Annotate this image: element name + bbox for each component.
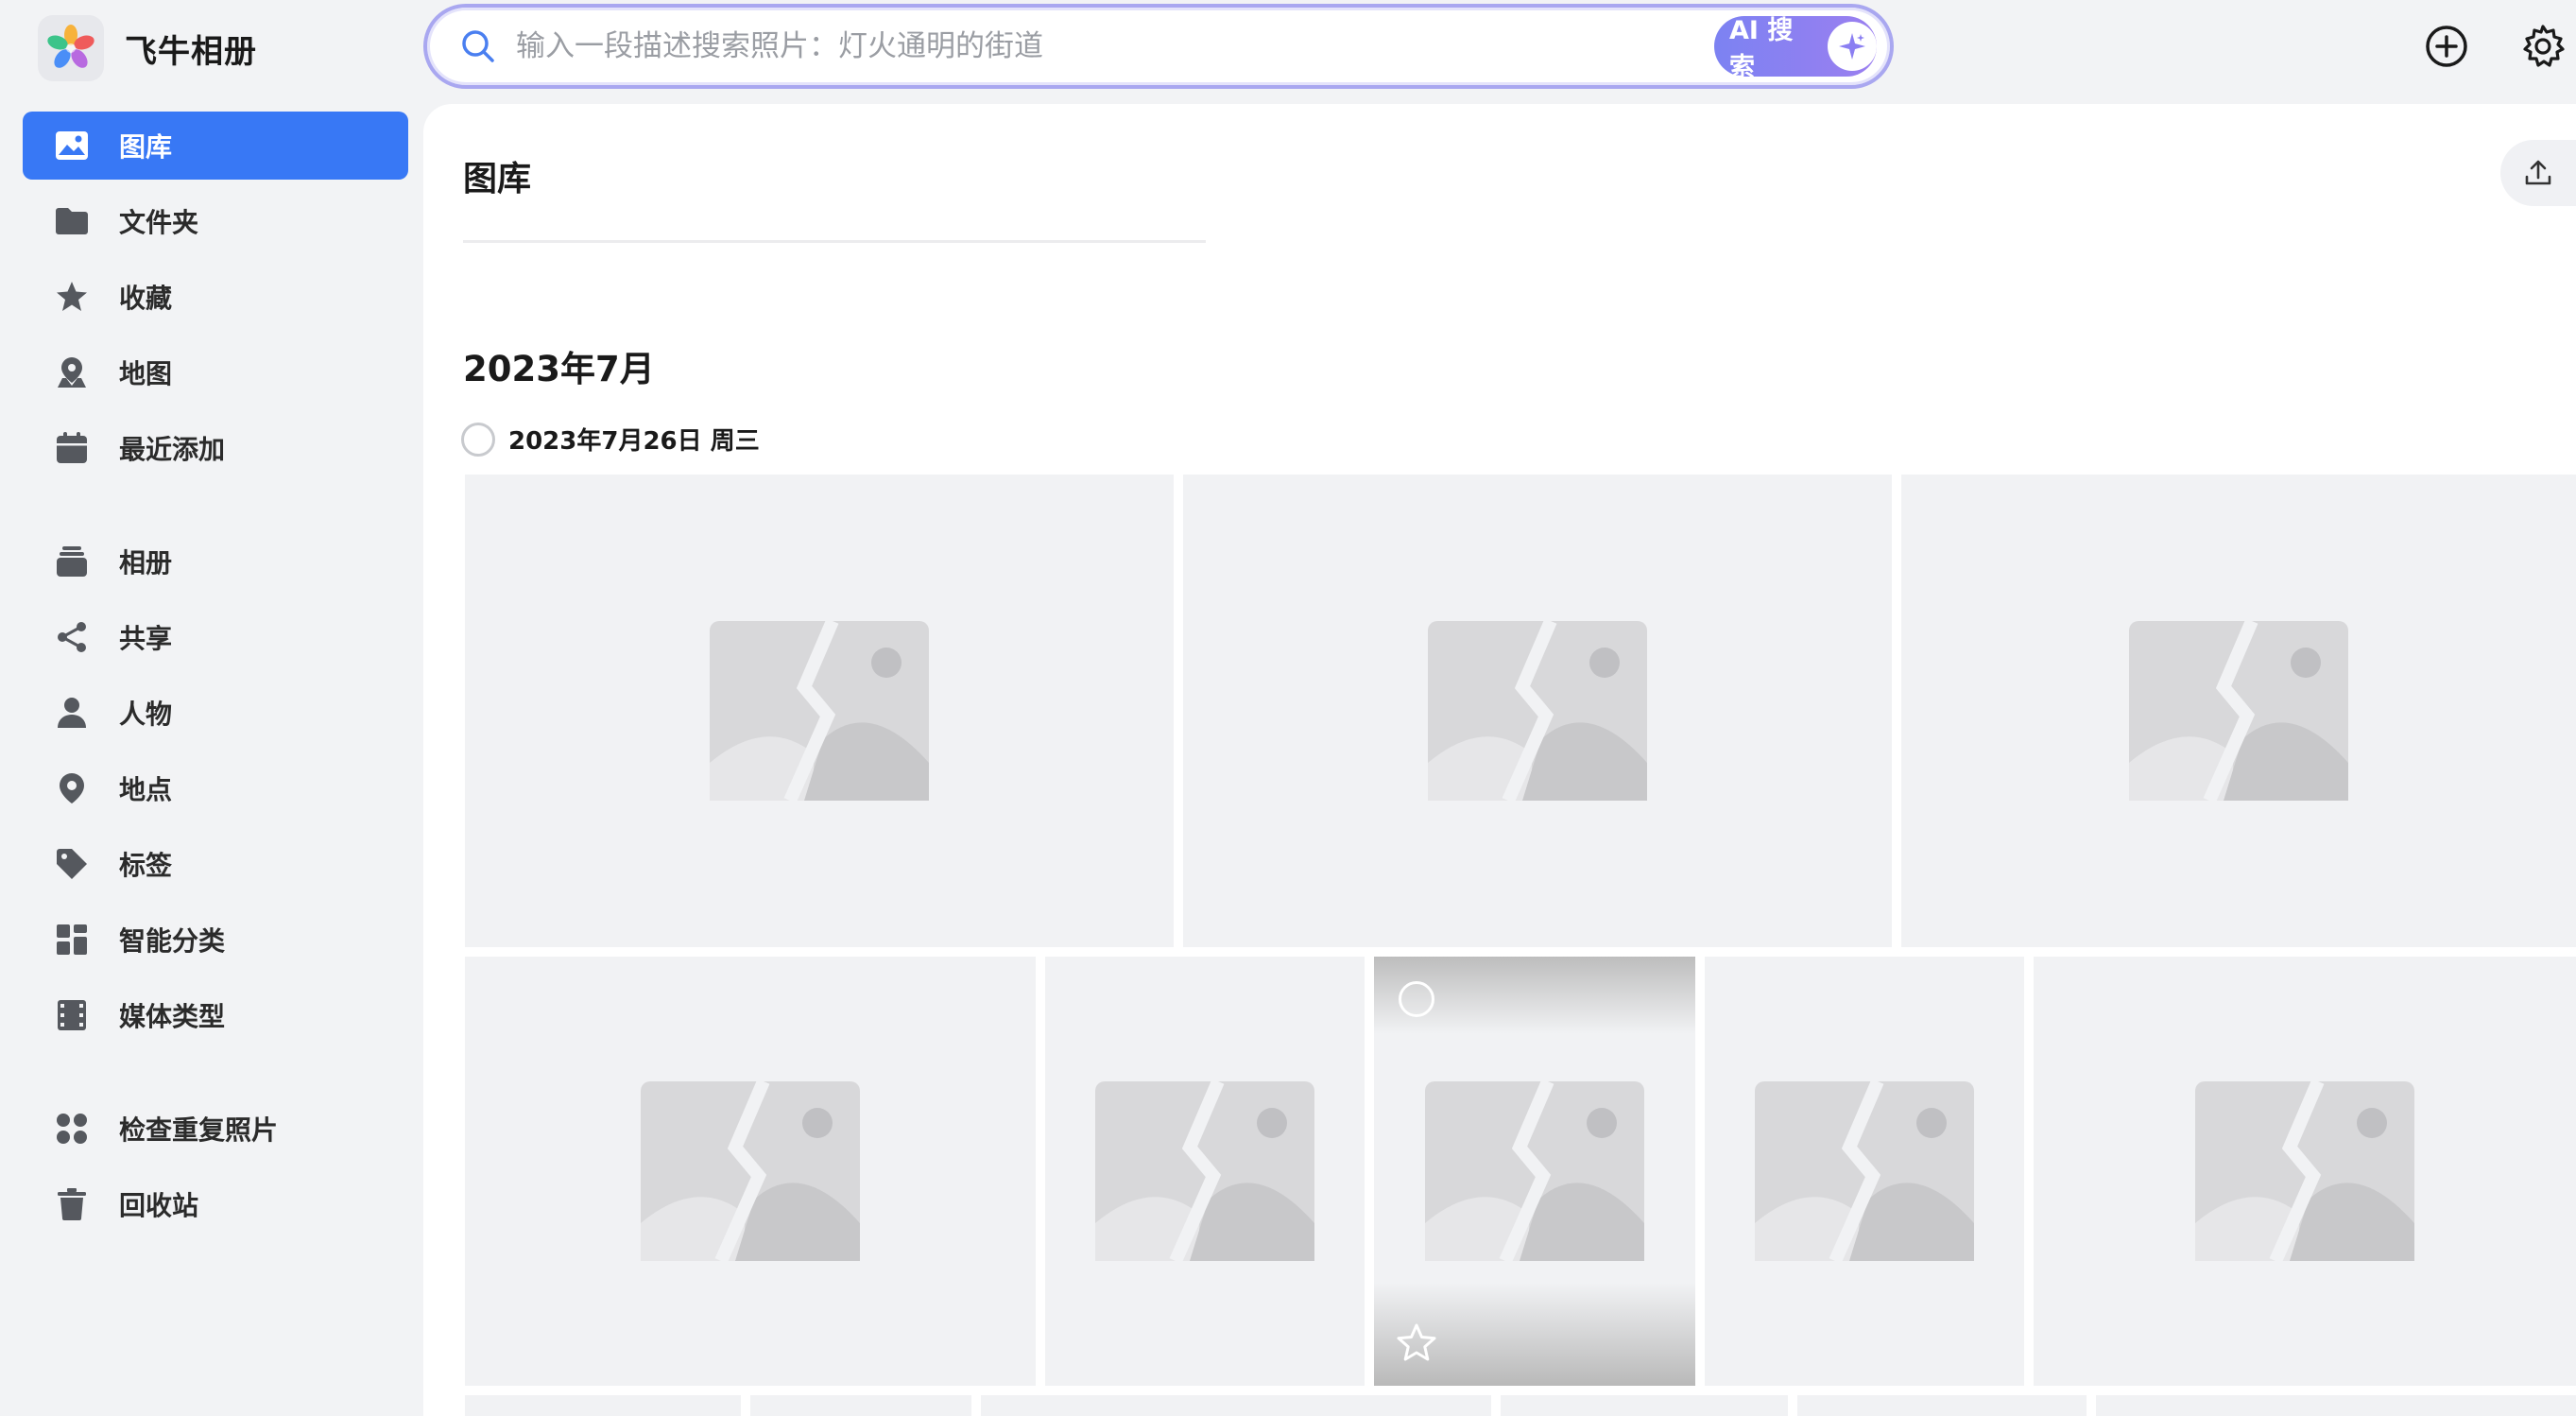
day-select-checkbox[interactable] bbox=[461, 422, 495, 457]
app-title: 飞牛相册 bbox=[125, 32, 257, 71]
share-icon bbox=[53, 618, 91, 656]
sidebar-item-folder[interactable]: 文件夹 bbox=[23, 187, 408, 255]
image-placeholder-icon bbox=[1755, 1081, 1974, 1261]
search-bar[interactable]: AI 搜索 bbox=[423, 4, 1894, 89]
title-divider bbox=[463, 240, 1206, 243]
day-header: 2023年7月26日 周三 bbox=[461, 422, 760, 457]
image-placeholder-icon bbox=[1428, 621, 1647, 801]
sidebar-item-duplicates[interactable]: 检查重复照片 bbox=[23, 1095, 408, 1163]
sidebar-item-label: 最近添加 bbox=[119, 434, 226, 465]
trash-icon bbox=[53, 1185, 91, 1223]
album-icon bbox=[53, 543, 91, 580]
sidebar-item-label: 智能分类 bbox=[119, 925, 226, 957]
search-input[interactable] bbox=[516, 18, 1714, 75]
photo-select-checkbox[interactable] bbox=[1399, 981, 1434, 1017]
sidebar-item-label: 共享 bbox=[119, 623, 173, 654]
duplicate-icon bbox=[53, 1110, 91, 1148]
favorite-star-icon[interactable] bbox=[1395, 1321, 1438, 1365]
photo-thumbnail[interactable] bbox=[981, 1395, 1491, 1416]
photo-thumbnail[interactable] bbox=[465, 957, 1036, 1386]
film-icon bbox=[53, 996, 91, 1034]
sidebar-item-media-type[interactable]: 媒体类型 bbox=[23, 981, 408, 1049]
sidebar-item-label: 回收站 bbox=[119, 1190, 199, 1221]
app-logo bbox=[38, 15, 104, 81]
folder-icon bbox=[53, 202, 91, 240]
sidebar-item-smart-category[interactable]: 智能分类 bbox=[23, 906, 408, 974]
sidebar-item-label: 收藏 bbox=[119, 283, 173, 314]
photo-thumbnail[interactable] bbox=[1183, 475, 1892, 947]
upload-button[interactable] bbox=[2500, 140, 2576, 206]
sidebar-item-places[interactable]: 地点 bbox=[23, 754, 408, 822]
day-label: 2023年7月26日 周三 bbox=[508, 427, 760, 456]
sidebar-item-label: 地点 bbox=[119, 774, 173, 805]
photo-thumbnail[interactable] bbox=[1501, 1395, 1788, 1416]
sidebar-item-label: 图库 bbox=[119, 131, 173, 163]
photo-thumbnail[interactable] bbox=[1797, 1395, 2087, 1416]
add-button[interactable] bbox=[2421, 21, 2472, 72]
person-icon bbox=[53, 694, 91, 732]
photo-thumbnail[interactable] bbox=[2096, 1395, 2576, 1416]
month-heading: 2023年7月 bbox=[463, 349, 655, 389]
sidebar-item-label: 相册 bbox=[119, 547, 173, 578]
gallery-panel: 图库 2023年7月 2023年7月26日 周三 bbox=[423, 104, 2576, 1416]
photo-thumbnail[interactable] bbox=[1045, 957, 1365, 1386]
location-icon bbox=[53, 769, 91, 807]
image-placeholder-icon bbox=[641, 1081, 860, 1261]
sidebar-item-label: 文件夹 bbox=[119, 207, 199, 238]
sidebar-item-map[interactable]: 地图 bbox=[23, 338, 408, 406]
sparkle-icon bbox=[1828, 22, 1877, 71]
page-title: 图库 bbox=[463, 160, 532, 199]
sidebar-item-recent[interactable]: 最近添加 bbox=[23, 414, 408, 482]
photo-thumbnail[interactable] bbox=[465, 1395, 741, 1416]
sidebar-item-people[interactable]: 人物 bbox=[23, 679, 408, 747]
app-logo-area: 飞牛相册 bbox=[38, 15, 257, 81]
settings-button[interactable] bbox=[2517, 21, 2568, 72]
star-icon bbox=[53, 278, 91, 316]
photo-thumbnail[interactable] bbox=[465, 475, 1174, 947]
sidebar-item-label: 人物 bbox=[119, 699, 173, 730]
plus-circle-icon bbox=[2426, 26, 2467, 67]
gear-icon bbox=[2523, 25, 2565, 67]
ai-search-button[interactable]: AI 搜索 bbox=[1714, 16, 1877, 82]
photo-thumbnail[interactable] bbox=[1901, 475, 2576, 947]
sidebar-item-label: 检查重复照片 bbox=[119, 1114, 279, 1146]
photo-thumbnail[interactable] bbox=[1705, 957, 2024, 1386]
sidebar-item-albums[interactable]: 相册 bbox=[23, 527, 408, 596]
calendar-icon bbox=[53, 429, 91, 467]
search-icon bbox=[462, 30, 494, 62]
image-placeholder-icon bbox=[1425, 1081, 1644, 1261]
sidebar-item-favorites[interactable]: 收藏 bbox=[23, 263, 408, 331]
map-pin-icon bbox=[53, 354, 91, 391]
sidebar-item-label: 标签 bbox=[119, 850, 173, 881]
sidebar-item-tags[interactable]: 标签 bbox=[23, 830, 408, 898]
photo-thumbnail[interactable] bbox=[2034, 957, 2576, 1386]
image-placeholder-icon bbox=[1095, 1081, 1314, 1261]
image-icon bbox=[53, 127, 91, 164]
upload-icon bbox=[2525, 160, 2551, 185]
sidebar-item-label: 地图 bbox=[119, 358, 173, 389]
photo-thumbnail[interactable] bbox=[1374, 957, 1695, 1386]
tag-icon bbox=[53, 845, 91, 883]
sidebar-item-label: 媒体类型 bbox=[119, 1001, 226, 1032]
grid-icon bbox=[53, 921, 91, 958]
image-placeholder-icon bbox=[710, 621, 929, 801]
sidebar-item-trash[interactable]: 回收站 bbox=[23, 1170, 408, 1238]
photo-thumbnail[interactable] bbox=[750, 1395, 971, 1416]
image-placeholder-icon bbox=[2195, 1081, 2414, 1261]
image-placeholder-icon bbox=[2129, 621, 2348, 801]
sidebar-item-gallery[interactable]: 图库 bbox=[23, 112, 408, 180]
ai-search-label: AI 搜索 bbox=[1729, 16, 1794, 82]
sidebar-item-share[interactable]: 共享 bbox=[23, 603, 408, 671]
